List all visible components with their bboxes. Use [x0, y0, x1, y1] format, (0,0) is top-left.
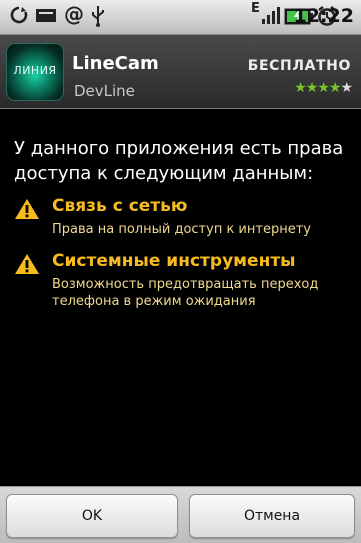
rating-filled-stars: ★★★★: [294, 80, 341, 96]
status-clock: 12:22: [293, 5, 354, 27]
status-bar[interactable]: @ E 12:22: [0, 0, 361, 35]
logo-text: ЛИНИЯ: [13, 64, 57, 77]
sync-icon: [10, 6, 28, 24]
ok-button[interactable]: OK: [6, 494, 178, 538]
at-icon: @: [64, 2, 84, 26]
rating-empty-star: ★: [340, 80, 353, 96]
network-type-label: E: [251, 1, 260, 16]
permission-title: Системные инструменты: [52, 251, 296, 271]
app-header: ЛИНИЯ LineCam DevLine БЕСПЛАТНО ★★★★★: [0, 35, 361, 109]
app-developer: DevLine: [74, 82, 135, 100]
email-icon: [36, 9, 56, 22]
permission-title: Связь с сетью: [52, 196, 188, 216]
app-name: LineCam: [72, 53, 159, 74]
app-price: БЕСПЛАТНО: [247, 58, 351, 74]
signal-icon: [262, 7, 280, 24]
cancel-button[interactable]: Отмена: [189, 494, 355, 538]
permission-description: Возможность предотвращать переход телефо…: [52, 277, 319, 309]
warning-icon: [15, 254, 39, 274]
warning-icon: [15, 199, 39, 219]
usb-icon: [92, 6, 104, 27]
permissions-intro: У данного приложения есть права доступа …: [14, 138, 344, 184]
app-logo: ЛИНИЯ: [6, 43, 64, 101]
button-bar: OK Отмена: [0, 486, 361, 543]
rating-stars: ★★★★★: [294, 80, 353, 96]
permission-description: Права на полный доступ к интернету: [52, 222, 311, 237]
